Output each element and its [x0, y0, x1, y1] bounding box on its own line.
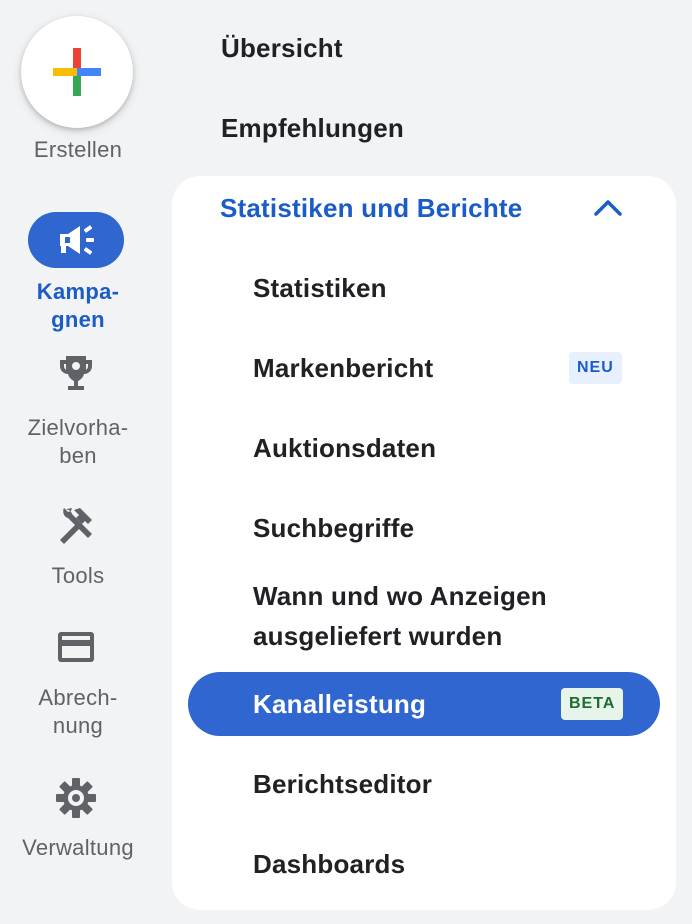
tools-icon: [60, 508, 92, 544]
billing-label-line1: Abrech-: [38, 685, 118, 710]
goals-label-line1: Zielvorha-: [27, 415, 129, 440]
billing-label-line2: nung: [52, 713, 104, 738]
campaigns-pill[interactable]: [28, 212, 124, 268]
submenu-item-channel-performance[interactable]: Kanalleistung BETA: [188, 672, 660, 736]
campaigns-label-line1: Kampa-: [36, 279, 120, 304]
credit-card-icon: [58, 632, 94, 662]
rail-item-tools[interactable]: Tools: [0, 504, 156, 596]
admin-label: Verwaltung: [22, 835, 134, 860]
submenu-item-when-where-ads-showed[interactable]: Wann und wo Anzeigen ausgeliefert wurden: [172, 572, 676, 656]
submenu-label: Statistiken: [253, 273, 387, 303]
submenu-label-line1: Wann und wo Anzeigen: [253, 581, 547, 611]
plus-icon: [53, 48, 101, 96]
submenu-label: Dashboards: [253, 849, 406, 879]
tools-label: Tools: [51, 563, 105, 588]
left-navigation-rail: Erstellen Kampa- gnen Zielvorha- ben Too…: [0, 0, 156, 924]
submenu-item-brand-report[interactable]: Markenbericht NEU: [172, 336, 676, 400]
submenu-item-search-terms[interactable]: Suchbegriffe: [172, 496, 676, 560]
create-label: Erstellen: [33, 137, 123, 162]
goals-label-line2: ben: [59, 443, 97, 468]
submenu-label-line2: ausgeliefert wurden: [253, 621, 503, 651]
chevron-up-icon[interactable]: [590, 192, 626, 224]
section-header-reports[interactable]: Statistiken und Berichte: [172, 176, 676, 240]
beta-badge: BETA: [561, 688, 624, 720]
submenu-label: Kanalleistung: [253, 689, 427, 719]
create-button[interactable]: [21, 16, 133, 128]
new-badge: NEU: [569, 352, 622, 384]
submenu-item-report-editor[interactable]: Berichtseditor: [172, 752, 676, 816]
submenu-label: Auktionsdaten: [253, 433, 437, 463]
reports-section-panel: Statistiken und Berichte Statistiken Mar…: [172, 176, 676, 910]
submenu-item-dashboards[interactable]: Dashboards: [172, 832, 676, 896]
submenu-label: Markenbericht: [253, 353, 434, 383]
menu-item-overview[interactable]: Übersicht: [221, 30, 343, 66]
rail-item-admin[interactable]: Verwaltung: [0, 776, 156, 868]
megaphone-icon: [60, 225, 94, 255]
menu-item-recommendations[interactable]: Empfehlungen: [221, 110, 404, 146]
submenu-label: Suchbegriffe: [253, 513, 415, 543]
rail-item-billing[interactable]: Abrech- nung: [0, 626, 156, 742]
rail-item-campaigns[interactable]: Kampa- gnen: [0, 212, 156, 336]
submenu-item-statistics[interactable]: Statistiken: [172, 256, 676, 320]
trophy-icon: [60, 356, 92, 390]
submenu-item-auction-insights[interactable]: Auktionsdaten: [172, 416, 676, 480]
rail-item-goals[interactable]: Zielvorha- ben: [0, 352, 156, 472]
submenu-label: Berichtseditor: [253, 769, 433, 799]
campaigns-label-line2: gnen: [51, 307, 105, 332]
section-title: Statistiken und Berichte: [220, 193, 523, 223]
gear-icon: [56, 778, 96, 818]
